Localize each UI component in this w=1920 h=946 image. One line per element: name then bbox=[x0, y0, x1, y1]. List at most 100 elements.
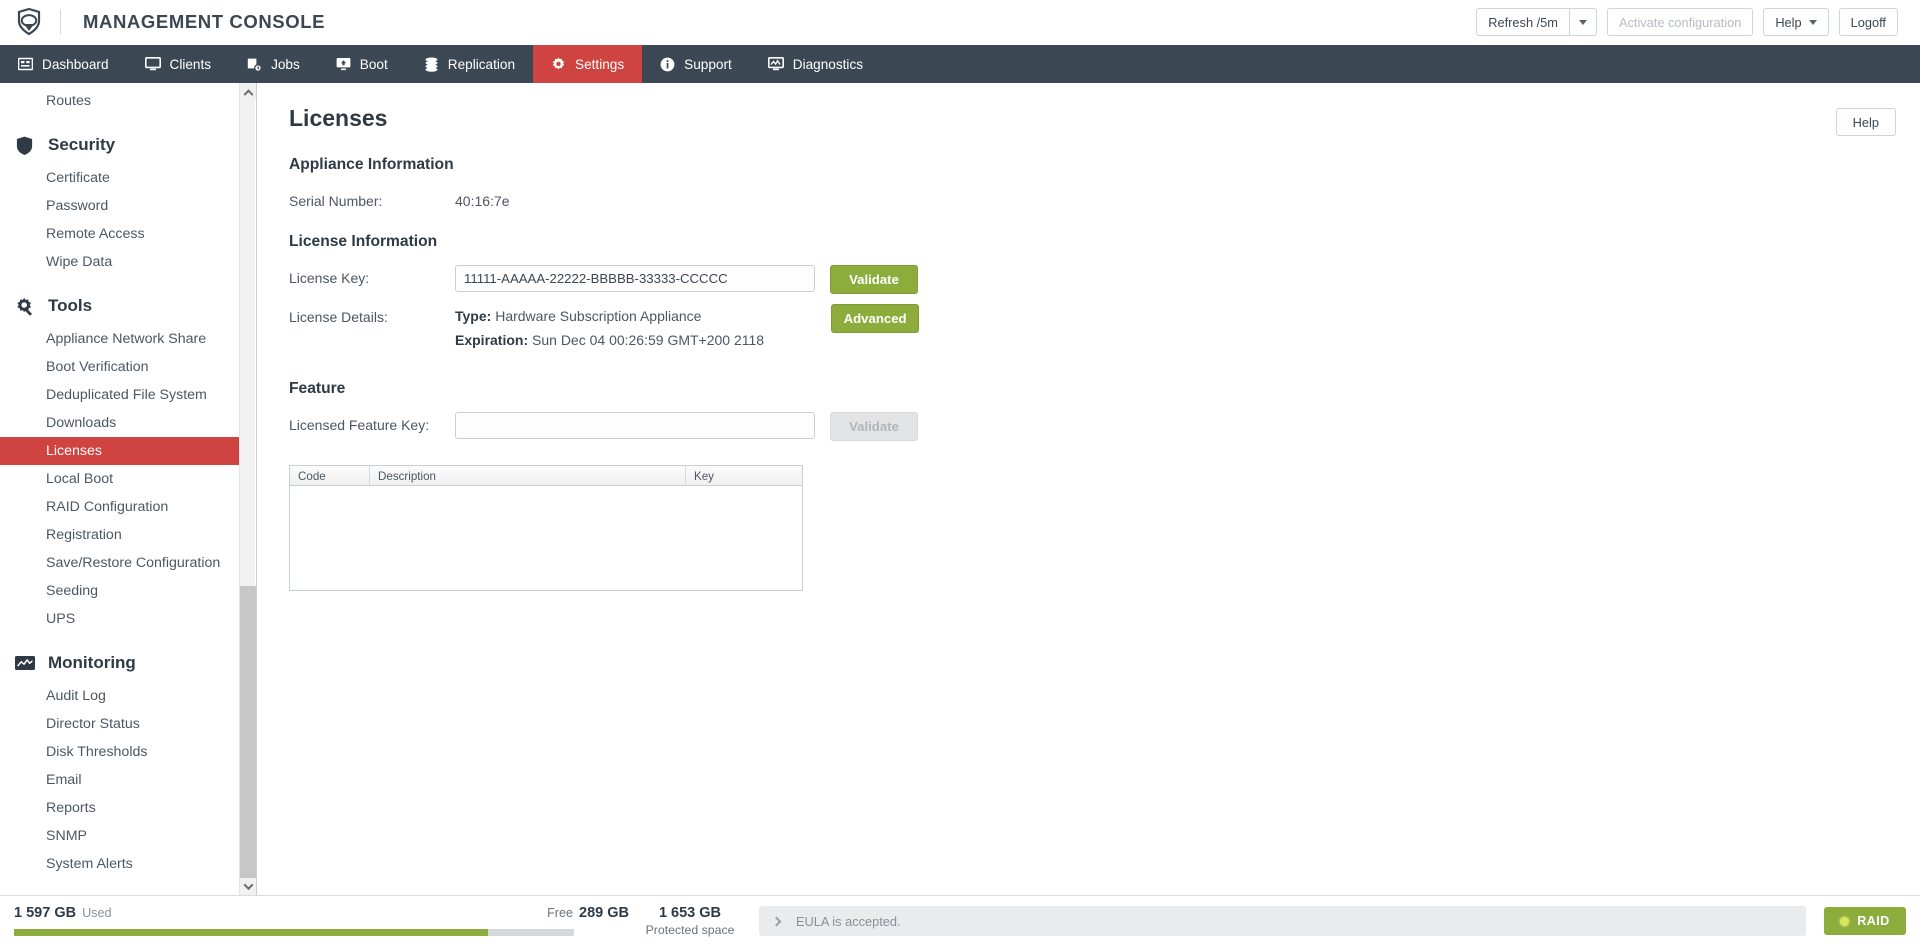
sidebar-item-audit-log[interactable]: Audit Log bbox=[0, 682, 239, 710]
storage-text-row: 1 597 GB Used Free 289 GB bbox=[14, 905, 629, 923]
sidebar-item-disk-thresholds[interactable]: Disk Thresholds bbox=[0, 738, 239, 766]
feature-table-column-header[interactable]: Key bbox=[686, 466, 802, 485]
raid-status-badge[interactable]: RAID bbox=[1824, 907, 1906, 935]
sidebar-item-label: RAID Configuration bbox=[46, 499, 169, 515]
sidebar-item-routes[interactable]: Routes bbox=[0, 87, 239, 115]
main-navigation: Dashboard Clients Jobs Boot Replication Setti… bbox=[0, 45, 1920, 83]
sidebar-item-save-restore-configuration[interactable]: Save/Restore Configuration bbox=[0, 549, 239, 577]
sidebar-item-director-status[interactable]: Director Status bbox=[0, 710, 239, 738]
sidebar-item-appliance-network-share[interactable]: Appliance Network Share bbox=[0, 325, 239, 353]
sidebar-item-label: Registration bbox=[46, 527, 122, 543]
sidebar-item-local-boot[interactable]: Local Boot bbox=[0, 465, 239, 493]
logoff-button[interactable]: Logoff bbox=[1838, 8, 1898, 36]
license-type-value: Hardware Subscription Appliance bbox=[495, 308, 702, 324]
sidebar-item-licenses[interactable]: Licenses bbox=[0, 437, 239, 465]
eula-banner[interactable]: EULA is accepted. bbox=[759, 906, 1806, 936]
license-advanced-button[interactable]: Advanced bbox=[831, 304, 920, 333]
sidebar-scrollbar-thumb[interactable] bbox=[240, 586, 256, 895]
sidebar-item-system-alerts[interactable]: System Alerts bbox=[0, 850, 239, 878]
boot-icon bbox=[336, 57, 351, 71]
sidebar-item-label: Reports bbox=[46, 800, 96, 816]
sidebar-item-label: SNMP bbox=[46, 828, 87, 844]
storage-free-wrap: Free 289 GB bbox=[547, 905, 629, 921]
license-expiration-value: Sun Dec 04 00:26:59 GMT+200 2118 bbox=[532, 332, 765, 348]
gear-icon bbox=[551, 57, 566, 72]
page-help-button[interactable]: Help bbox=[1835, 108, 1896, 136]
license-details-label: License Details: bbox=[289, 309, 388, 325]
refresh-split-button[interactable]: Refresh /5m bbox=[1476, 8, 1597, 36]
nav-item-dashboard[interactable]: Dashboard bbox=[0, 45, 127, 83]
header-help-button[interactable]: Help bbox=[1763, 8, 1829, 36]
sidebar-scrollbar[interactable] bbox=[239, 83, 256, 895]
sidebar-item-snmp[interactable]: SNMP bbox=[0, 822, 239, 850]
nav-item-jobs[interactable]: Jobs bbox=[229, 45, 318, 83]
sidebar-item-downloads[interactable]: Downloads bbox=[0, 409, 239, 437]
sidebar-scroll-down-button[interactable] bbox=[240, 878, 256, 895]
chevron-up-icon bbox=[243, 89, 253, 100]
nav-item-label: Clients bbox=[169, 56, 212, 72]
storage-progress-fill bbox=[14, 929, 488, 936]
monitor-icon bbox=[144, 57, 161, 71]
refresh-dropdown-button[interactable] bbox=[1568, 8, 1597, 36]
sidebar-item-wipe-data[interactable]: Wipe Data bbox=[0, 248, 239, 276]
protected-space-value: 1 653 GB bbox=[658, 905, 722, 921]
sidebar-item-label: System Alerts bbox=[46, 856, 133, 872]
nav-item-support[interactable]: Support bbox=[642, 45, 750, 83]
shield-icon bbox=[14, 136, 35, 155]
license-type-prefix: Type: bbox=[455, 308, 492, 324]
sidebar-item-registration[interactable]: Registration bbox=[0, 521, 239, 549]
sidebar-item-reports[interactable]: Reports bbox=[0, 794, 239, 822]
nav-item-label: Replication bbox=[447, 56, 516, 72]
sidebar-item-label: Boot Verification bbox=[46, 359, 149, 375]
feature-table-header: Code Description Key bbox=[290, 466, 802, 486]
feature-key-label: Licensed Feature Key: bbox=[289, 417, 430, 433]
sidebar-item-certificate[interactable]: Certificate bbox=[0, 164, 239, 192]
feature-key-input[interactable] bbox=[455, 412, 815, 439]
refresh-button[interactable]: Refresh /5m bbox=[1476, 8, 1569, 36]
sidebar-item-label: Save/Restore Configuration bbox=[46, 555, 221, 571]
sidebar-item-label: Audit Log bbox=[46, 688, 106, 704]
feature-validate-button[interactable]: Validate bbox=[830, 412, 918, 441]
feature-table: Code Description Key bbox=[289, 465, 803, 591]
nav-item-replication[interactable]: Replication bbox=[406, 45, 533, 83]
sidebar-item-password[interactable]: Password bbox=[0, 192, 239, 220]
sidebar-item-boot-verification[interactable]: Boot Verification bbox=[0, 353, 239, 381]
nav-item-label: Dashboard bbox=[42, 56, 109, 72]
sidebar-item-raid-configuration[interactable]: RAID Configuration bbox=[0, 493, 239, 521]
feature-table-column-header[interactable]: Code bbox=[290, 466, 370, 485]
nav-item-boot[interactable]: Boot bbox=[318, 45, 406, 83]
license-validate-button[interactable]: Validate bbox=[830, 265, 918, 294]
serial-number-label: Serial Number: bbox=[289, 193, 383, 209]
feature-table-column-header[interactable]: Description bbox=[370, 466, 686, 485]
sidebar-scrollport: ProxyRoutesSecurityCertificatePasswordRe… bbox=[0, 83, 239, 895]
feature-table-body bbox=[290, 486, 802, 590]
nav-item-clients[interactable]: Clients bbox=[127, 45, 230, 83]
sidebar-scroll-up-button[interactable] bbox=[240, 83, 256, 100]
app-header: MANAGEMENT CONSOLE Refresh /5m Activate … bbox=[0, 0, 1920, 45]
sidebar-item-email[interactable]: Email bbox=[0, 766, 239, 794]
chevron-down-icon bbox=[1578, 19, 1587, 25]
license-key-label: License Key: bbox=[289, 270, 370, 286]
protected-space: 1 653 GB Protected space bbox=[635, 905, 745, 937]
nav-item-diagnostics[interactable]: Diagnostics bbox=[750, 45, 881, 83]
sidebar-item-deduplicated-file-system[interactable]: Deduplicated File System bbox=[0, 381, 239, 409]
status-dot-icon bbox=[1840, 916, 1850, 926]
layers-icon bbox=[424, 57, 439, 72]
sidebar-group-tools: Tools bbox=[0, 276, 239, 325]
nav-item-label: Settings bbox=[575, 56, 625, 72]
license-key-input[interactable] bbox=[455, 265, 815, 292]
sidebar-item-label: Password bbox=[46, 198, 109, 214]
status-bar: 1 597 GB Used Free 289 GB 1 653 GB Prote… bbox=[0, 895, 1920, 946]
appliance-information-title: Appliance Information bbox=[289, 156, 454, 173]
sidebar-item-ups[interactable]: UPS bbox=[0, 605, 239, 633]
sidebar-item-seeding[interactable]: Seeding bbox=[0, 577, 239, 605]
raid-status-label: RAID bbox=[1857, 914, 1890, 928]
header-actions: Refresh /5m Activate configuration Help … bbox=[1476, 8, 1898, 36]
sidebar-item-remote-access[interactable]: Remote Access bbox=[0, 220, 239, 248]
nav-item-settings[interactable]: Settings bbox=[533, 45, 643, 83]
license-expiration-line: Expiration: Sun Dec 04 00:26:59 GMT+200 … bbox=[455, 328, 764, 352]
sidebar-item-label: Local Boot bbox=[46, 471, 114, 487]
logo[interactable] bbox=[16, 0, 83, 44]
activate-configuration-button[interactable]: Activate configuration bbox=[1606, 8, 1754, 36]
serial-number-row: Serial Number: 40:16:7e bbox=[285, 188, 1896, 209]
